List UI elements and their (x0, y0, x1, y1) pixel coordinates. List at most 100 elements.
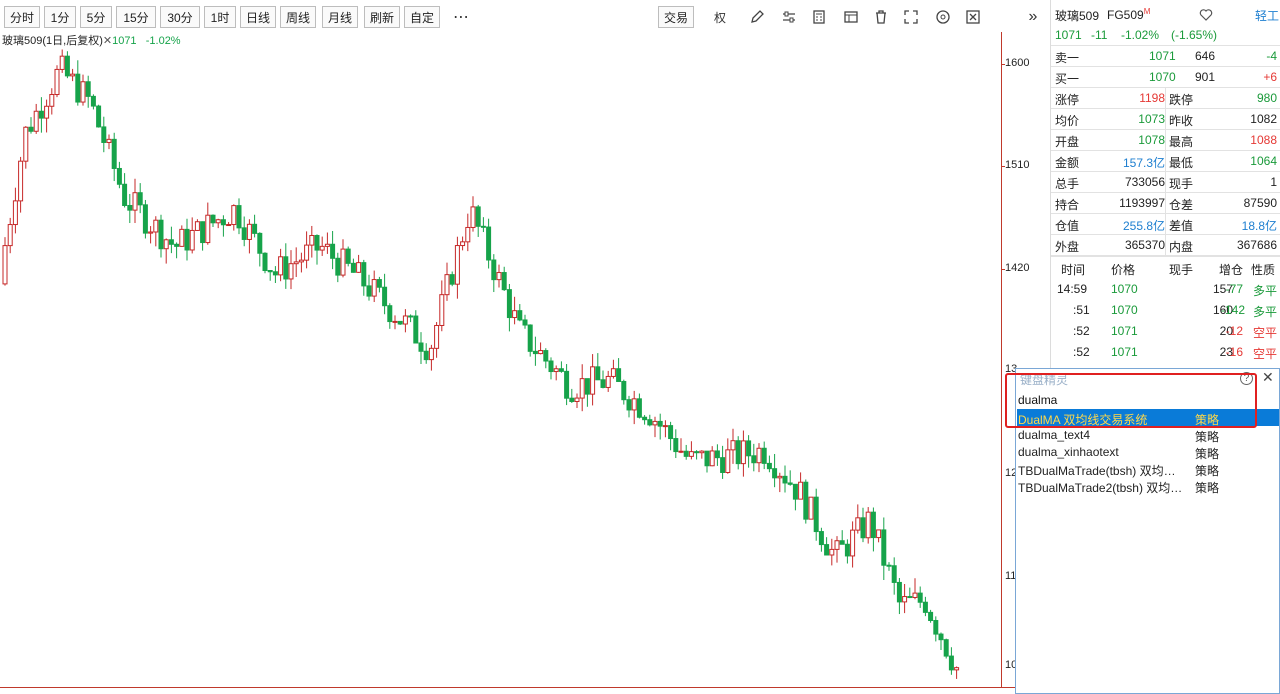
layout-icon[interactable] (842, 8, 860, 26)
candle-body (465, 226, 471, 243)
candle-body (64, 55, 70, 77)
period-button-5min[interactable]: 5分 (80, 6, 112, 28)
candle-body (590, 366, 596, 395)
candle-body (584, 378, 590, 395)
calculator-icon[interactable] (810, 8, 828, 26)
candle-body (730, 440, 736, 451)
candle-body (886, 564, 892, 567)
candle-body (127, 204, 133, 211)
candle-body (574, 397, 580, 402)
sell1-row: 卖一 1071 646 -4 (1055, 49, 1277, 65)
candlestick-chart[interactable] (0, 48, 1002, 686)
chart-last-price: 1071 (112, 35, 137, 47)
trade-button[interactable]: 交易 (658, 6, 694, 28)
candle-body (278, 256, 284, 276)
candle-body (605, 375, 611, 388)
refresh-button[interactable]: 刷新 (364, 6, 400, 28)
trash-icon[interactable] (872, 8, 890, 26)
period-button-30min[interactable]: 30分 (160, 6, 200, 28)
candle-body (808, 496, 814, 520)
candle-body (938, 633, 944, 641)
candle-body (538, 350, 544, 355)
stat-value: 980 (1256, 91, 1277, 105)
wizard-result-item[interactable]: dualma_text4 策略 (1017, 426, 1279, 444)
result-name: TBDualMaTrade2(tbsh) 双均… (1018, 481, 1183, 495)
candle-body (636, 398, 642, 418)
candle-body (49, 94, 55, 107)
candle-body (683, 450, 689, 457)
candle-body (231, 205, 237, 226)
candle-body (293, 261, 299, 265)
close-icon[interactable]: ✕ (1262, 369, 1274, 386)
chart-title: 玻璃509(1日,后复权)✕1071 -1.02% (2, 32, 181, 48)
tick-cell: 1070 (1111, 282, 1138, 296)
candle-body (740, 440, 746, 465)
period-button-day[interactable]: 日线 (240, 6, 276, 28)
period-button-week[interactable]: 周线 (280, 6, 316, 28)
quote-sector-link[interactable]: 轻工 (1255, 7, 1279, 24)
candle-body (824, 544, 830, 556)
period-button-month[interactable]: 月线 (322, 6, 358, 28)
candle-body (226, 224, 232, 227)
candle-body (787, 482, 793, 485)
candle-body (12, 200, 18, 226)
y-label-1420: 1420 (1005, 262, 1030, 274)
collapse-panel-icon[interactable]: » (1022, 6, 1044, 28)
candle-body (90, 95, 96, 107)
candle-body (912, 592, 918, 598)
candle-body (954, 667, 960, 671)
favorite-heart-icon[interactable] (1199, 8, 1213, 24)
wizard-result-item[interactable]: TBDualMaTrade(tbsh) 双均… 策略 (1017, 460, 1279, 478)
close-box-icon[interactable] (964, 8, 982, 26)
period-button-1hour[interactable]: 1时 (204, 6, 236, 28)
candle-body (179, 228, 185, 247)
candle-body (200, 221, 206, 244)
stat-value: 1082 (1250, 112, 1277, 126)
time-axis-line (0, 687, 1016, 688)
stat-label: 内盘 (1169, 240, 1194, 254)
candle-body (766, 462, 772, 470)
tick-cell: -142 (1221, 303, 1246, 317)
quote-price-row: 1071 -11 -1.02% (-1.65%) (1051, 25, 1280, 46)
candle-body (694, 451, 700, 454)
candle-body (23, 126, 29, 162)
pen-icon[interactable] (748, 8, 766, 26)
candle-body (210, 214, 216, 224)
candle-body (673, 438, 679, 453)
candle-body (324, 243, 330, 247)
custom-period-button[interactable]: 自定 (404, 6, 440, 28)
period-button-15min[interactable]: 15分 (116, 6, 156, 28)
settings-sliders-icon[interactable] (780, 8, 798, 26)
candle-body (917, 592, 923, 603)
candle-body (491, 259, 497, 281)
candle-body (70, 73, 76, 77)
wizard-result-item[interactable]: TBDualMaTrade2(tbsh) 双均… 策略 (1017, 477, 1279, 495)
stat-value: 1193997 (1119, 196, 1165, 210)
wizard-result-item[interactable]: dualma_xinhaotext 策略 (1017, 443, 1279, 461)
period-button-fenshi[interactable]: 分时 (4, 6, 40, 28)
candle-body (501, 272, 507, 291)
tick-cell: :52 (1073, 345, 1090, 359)
candle-body (610, 368, 616, 377)
rights-button[interactable]: 权 (710, 6, 730, 28)
period-button-1min[interactable]: 1分 (44, 6, 76, 28)
candle-body (111, 138, 117, 169)
candle-body (579, 378, 585, 399)
stat-label: 昨收 (1169, 114, 1194, 128)
candle-body (288, 263, 294, 280)
candle-body (512, 310, 518, 319)
candle-body (709, 450, 715, 467)
candle-body (33, 110, 39, 132)
candle-body (548, 360, 554, 373)
result-name: dualma_xinhaotext (1018, 445, 1119, 459)
fullscreen-icon[interactable] (902, 8, 920, 26)
candle-body (252, 223, 258, 234)
candle-body (688, 451, 694, 457)
stat-label: 最低 (1169, 156, 1194, 170)
target-icon[interactable] (934, 8, 952, 26)
candle-body (839, 540, 845, 545)
candle-body (470, 206, 476, 228)
candle-body (434, 324, 440, 349)
more-icon[interactable]: ⋯ (450, 6, 472, 28)
quote-change-pct: -1.02% (1121, 28, 1160, 42)
